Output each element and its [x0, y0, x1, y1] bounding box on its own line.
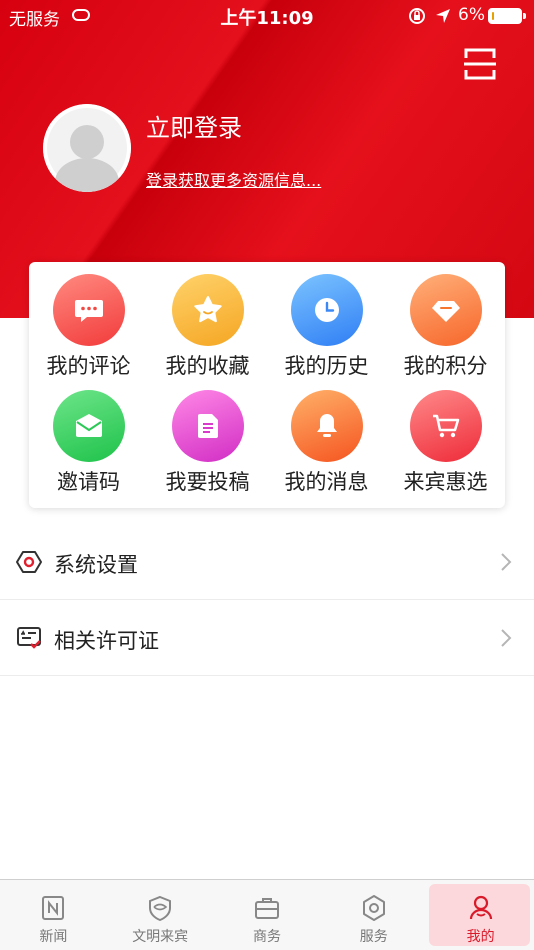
- news-icon: [42, 896, 65, 920]
- bell-icon: [290, 390, 363, 462]
- clock-icon: [290, 274, 363, 346]
- shortcut-label: 我的评论: [46, 354, 131, 378]
- shortcut-card: 我的评论 我的收藏 我的历史 我的积分 邀请码 我要投稿 我的消息 来宾惠选: [29, 262, 505, 508]
- tab-news[interactable]: 新闻: [0, 880, 107, 950]
- shortcut-my-points[interactable]: 我的积分: [386, 274, 505, 386]
- diamond-icon: [409, 274, 482, 346]
- cart-icon: [409, 390, 482, 462]
- menu-item-label: 系统设置: [54, 553, 138, 577]
- shortcut-label: 我的历史: [284, 354, 369, 378]
- shortcut-invite-code[interactable]: 邀请码: [29, 390, 148, 502]
- battery-icon: [488, 8, 522, 24]
- shortcut-my-history[interactable]: 我的历史: [267, 274, 386, 386]
- chevron-right-icon: [501, 629, 512, 647]
- menu-item-label: 相关许可证: [54, 629, 159, 653]
- tab-business[interactable]: 商务: [214, 880, 321, 950]
- shortcut-my-messages[interactable]: 我的消息: [267, 390, 386, 502]
- battery-percent: 6%: [458, 5, 485, 25]
- shortcut-label: 邀请码: [57, 470, 120, 494]
- battery-nub: [523, 13, 526, 19]
- shortcut-label: 我的消息: [284, 470, 369, 494]
- shortcut-label: 我要投稿: [165, 470, 250, 494]
- shortcut-my-favorites[interactable]: 我的收藏: [148, 274, 267, 386]
- tab-civilized-guest[interactable]: 文明来宾: [107, 880, 214, 950]
- shortcut-guest-deals[interactable]: 来宾惠选: [386, 390, 505, 502]
- tab-mine[interactable]: 我的: [427, 880, 534, 950]
- tab-label: 服务: [359, 929, 388, 945]
- shortcut-my-comments[interactable]: 我的评论: [29, 274, 148, 386]
- shield-icon: [149, 895, 172, 922]
- login-title[interactable]: 立即登录: [146, 108, 242, 143]
- user-icon: [469, 895, 492, 920]
- tab-label: 新闻: [39, 929, 68, 945]
- license-icon: [17, 627, 41, 649]
- rotation-lock-icon: [409, 8, 425, 24]
- shortcut-grid: 我的评论 我的收藏 我的历史 我的积分 邀请码 我要投稿 我的消息 来宾惠选: [29, 274, 505, 502]
- tab-label: 我的: [466, 929, 495, 945]
- clock: 上午11:09: [220, 8, 314, 29]
- shortcut-label: 我的积分: [403, 354, 488, 378]
- default-avatar-icon: [43, 104, 131, 192]
- tab-label: 商务: [252, 929, 281, 945]
- shortcut-label: 来宾惠选: [403, 470, 488, 494]
- login-subtitle[interactable]: 登录获取更多资源信息...: [146, 167, 321, 191]
- comment-icon: [52, 274, 125, 346]
- menu-item-system-settings[interactable]: 系统设置: [0, 524, 534, 600]
- settings-hexagon-icon: [16, 551, 42, 573]
- shortcut-label: 我的收藏: [165, 354, 250, 378]
- tab-label: 文明来宾: [132, 929, 189, 945]
- battery-level: [492, 12, 494, 20]
- tab-service[interactable]: 服务: [320, 880, 427, 950]
- envelope-icon: [52, 390, 125, 462]
- service-hexagon-icon: [362, 895, 385, 921]
- shortcut-submit-article[interactable]: 我要投稿: [148, 390, 267, 502]
- location-arrow-icon: [436, 9, 450, 23]
- menu-item-licenses[interactable]: 相关许可证: [0, 600, 534, 676]
- document-icon: [171, 390, 244, 462]
- chevron-right-icon: [501, 553, 512, 571]
- status-bar: 无服务 上午11:09 6%: [0, 0, 534, 32]
- settings-list: 系统设置 相关许可证: [0, 524, 534, 676]
- avatar[interactable]: [43, 104, 131, 192]
- scan-icon[interactable]: [460, 44, 500, 84]
- briefcase-icon: [254, 898, 279, 919]
- star-icon: [171, 274, 244, 346]
- bottom-tab-bar: 新闻 文明来宾 商务 服务 我的: [0, 879, 534, 950]
